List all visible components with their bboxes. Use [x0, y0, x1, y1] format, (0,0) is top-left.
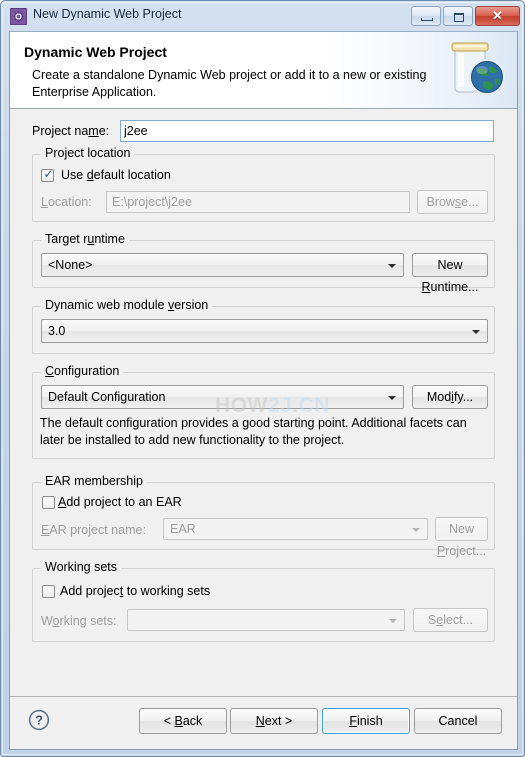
chevron-down-icon — [388, 396, 396, 400]
dialog-button-bar: ? < Back Next > Finish Cancel — [10, 696, 517, 749]
target-runtime-legend: Target runtime — [41, 232, 129, 246]
chevron-down-icon — [472, 330, 480, 334]
working-sets-combo[interactable] — [127, 609, 405, 631]
next-button[interactable]: Next > — [230, 708, 318, 734]
configuration-group: Configuration Default Configuration Modi… — [32, 364, 495, 459]
configuration-description: The default configuration provides a goo… — [40, 416, 467, 447]
add-project-to-ear-label: Add project to an EAR — [58, 495, 182, 509]
add-project-to-working-sets-checkbox[interactable] — [42, 585, 55, 598]
page-description: Create a standalone Dynamic Web project … — [32, 68, 427, 99]
project-name-input[interactable] — [120, 120, 494, 142]
project-name-row: Project name: — [10, 120, 517, 144]
project-location-legend: Project location — [41, 146, 135, 160]
target-runtime-group: Target runtime <None> New Runtime... — [32, 232, 495, 294]
dialog-client: Dynamic Web Project Create a standalone … — [9, 31, 518, 750]
new-project-button[interactable]: New Project... — [435, 517, 488, 558]
location-input[interactable]: E:\project\j2ee — [106, 191, 410, 213]
page-title: Dynamic Web Project — [24, 44, 167, 60]
add-project-to-working-sets-label: Add project to working sets — [60, 584, 211, 598]
browse-button[interactable]: Browse... — [417, 190, 488, 214]
chevron-down-icon — [412, 528, 420, 532]
module-version-value: 3.0 — [48, 324, 66, 338]
title-bar[interactable]: New Dynamic Web Project ✕ — [1, 1, 525, 31]
ear-project-name-value: EAR — [170, 522, 196, 536]
finish-button[interactable]: Finish — [322, 708, 410, 734]
use-default-location-checkbox[interactable]: ✓ — [41, 167, 54, 182]
svg-text:?: ? — [35, 713, 43, 728]
select-button[interactable]: Select... — [413, 608, 488, 632]
maximize-button[interactable] — [443, 6, 473, 26]
working-sets-legend: Working sets — [41, 560, 122, 574]
target-runtime-value: <None> — [48, 258, 93, 272]
location-label: Location: — [41, 195, 92, 209]
window-title: New Dynamic Web Project — [33, 7, 182, 21]
gear-icon-svg — [13, 11, 24, 22]
wizard-form: Project name: Project location ✓ Use def… — [10, 110, 517, 710]
module-version-combo[interactable]: 3.0 — [41, 319, 488, 343]
check-icon: ✓ — [43, 167, 54, 181]
use-default-location-label: Use default location — [61, 168, 171, 182]
chevron-down-icon — [389, 619, 397, 623]
ear-membership-group: EAR membership Add project to an EAR EAR… — [32, 474, 495, 558]
ear-project-name-label: EAR project name: — [41, 523, 146, 537]
gear-icon — [10, 8, 27, 25]
add-project-to-ear-checkbox[interactable] — [42, 496, 55, 509]
new-runtime-button[interactable]: New Runtime... — [412, 253, 488, 294]
close-button[interactable]: ✕ — [475, 6, 520, 26]
wizard-banner: Dynamic Web Project Create a standalone … — [10, 32, 517, 109]
configuration-legend: Configuration — [41, 364, 124, 378]
cancel-button[interactable]: Cancel — [414, 708, 502, 734]
chevron-down-icon — [388, 264, 396, 268]
working-sets-group: Working sets Add project to working sets… — [32, 560, 495, 642]
project-name-label: Project name: — [32, 124, 110, 138]
minimize-icon — [421, 18, 433, 21]
back-button[interactable]: < Back — [139, 708, 227, 734]
window-controls: ✕ — [411, 6, 520, 26]
configuration-combo[interactable]: Default Configuration — [41, 385, 404, 409]
dialog-window: New Dynamic Web Project ✕ Dynamic Web Pr… — [0, 0, 525, 757]
close-icon: ✕ — [492, 8, 503, 23]
modify-button[interactable]: Modify... — [412, 385, 488, 409]
ear-project-name-combo[interactable]: EAR — [163, 518, 428, 540]
module-version-legend: Dynamic web module version — [41, 298, 213, 312]
working-sets-label: Working sets: — [41, 614, 117, 628]
configuration-value: Default Configuration — [48, 390, 166, 404]
help-icon[interactable]: ? — [28, 709, 50, 731]
target-runtime-combo[interactable]: <None> — [41, 253, 404, 277]
minimize-button[interactable] — [411, 6, 441, 26]
web-jar-globe-icon — [451, 42, 506, 96]
maximize-icon — [454, 13, 464, 22]
module-version-group: Dynamic web module version 3.0 — [32, 298, 495, 354]
ear-membership-legend: EAR membership — [41, 474, 147, 488]
project-location-group: Project location ✓ Use default location … — [32, 146, 495, 222]
